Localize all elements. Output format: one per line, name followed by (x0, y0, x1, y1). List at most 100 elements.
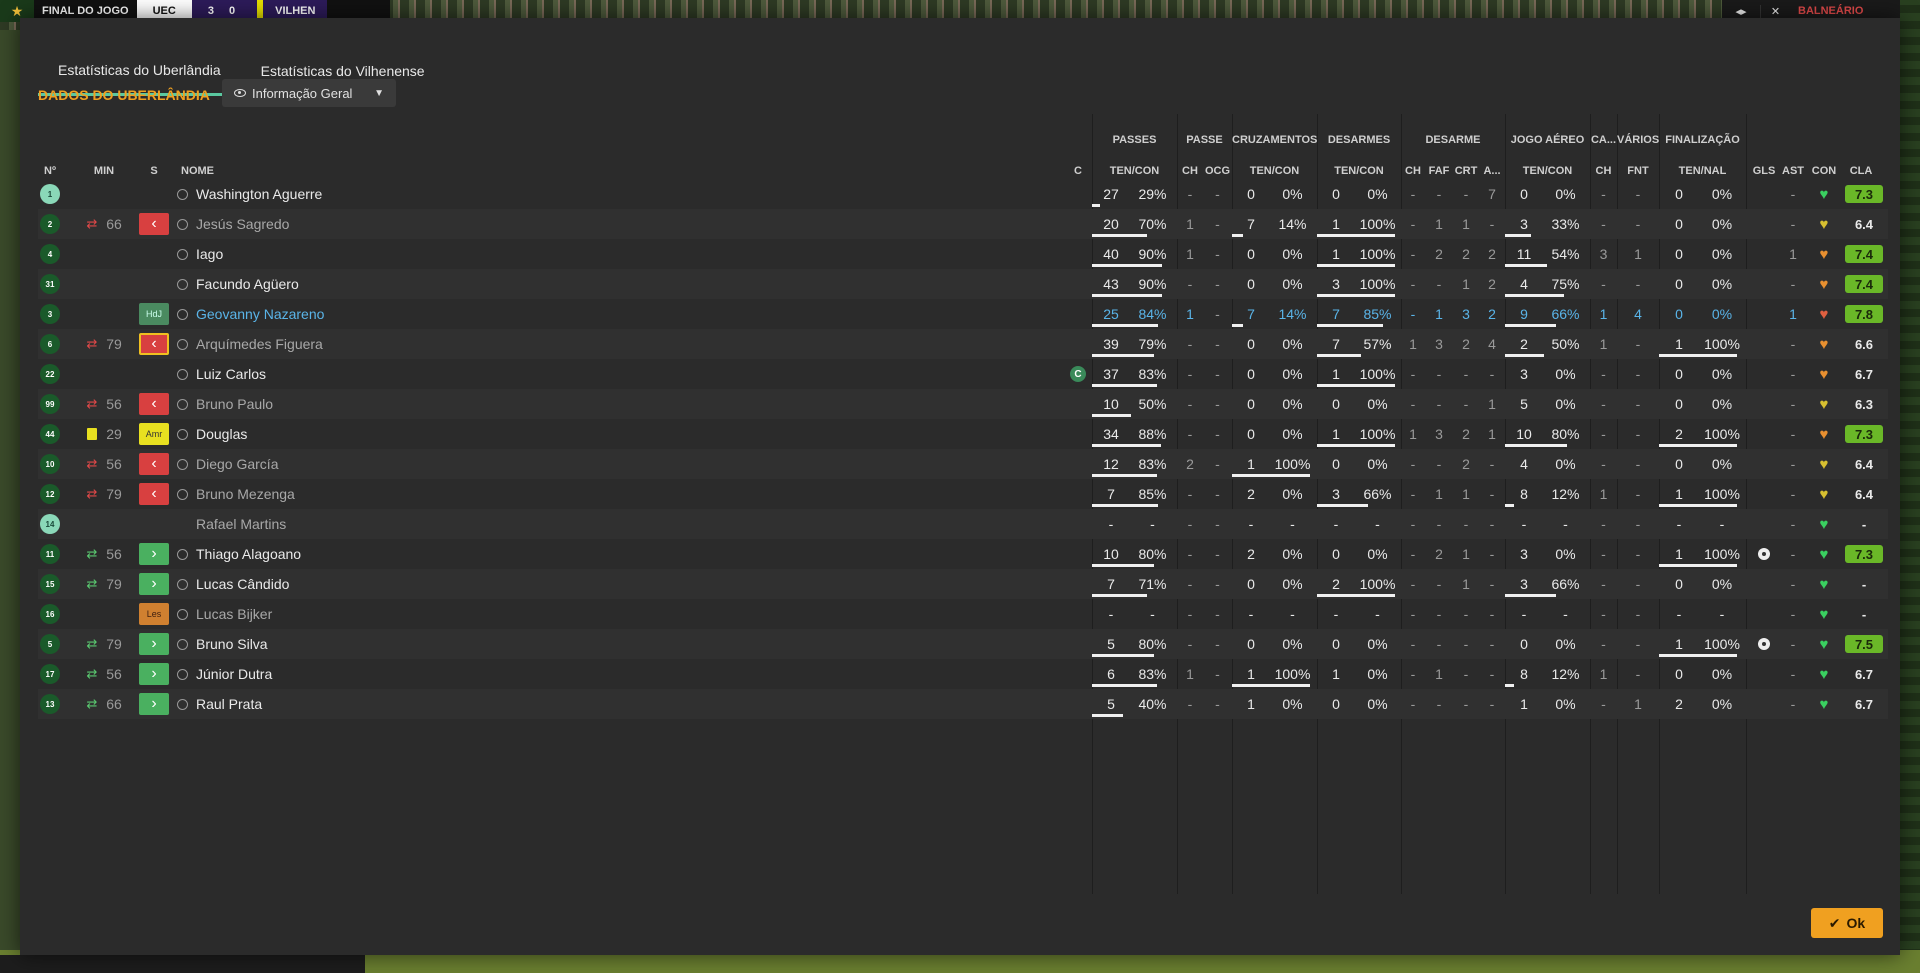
player-name[interactable]: Thiago Alagoano (196, 539, 896, 569)
column-header-des_tc[interactable]: TEN/CON (1317, 165, 1401, 177)
clearances: - (1463, 186, 1469, 202)
assists: - (1790, 426, 1796, 442)
chances-created: - (1215, 546, 1220, 562)
table-row[interactable]: 6 ⇄ 79 ‹ Arquímedes Figuera 39 79% - -0 0% 7 57% 1 3 2… (38, 329, 1888, 359)
interceptions: - (1410, 456, 1416, 472)
player-name[interactable]: Júnior Dutra (196, 659, 896, 689)
player-name[interactable]: Geovanny Nazareno (196, 299, 896, 329)
column-header-d_a[interactable]: A... (1479, 165, 1505, 177)
column-header-ca_ch[interactable]: CH (1590, 165, 1617, 177)
column-header-cruz_tc[interactable]: TEN/CON (1232, 165, 1317, 177)
table-row[interactable]: 4 Iago 40 90% 1-0 0% 1 100% -2 2 2 11 54% 3 1 0 0% 1 ♥ 7.4 (38, 239, 1888, 269)
ok-button[interactable]: ✔ Ok (1811, 908, 1883, 938)
captain-badge (1068, 629, 1088, 659)
fnt: 1 (1634, 696, 1642, 712)
column-header-aer_tc[interactable]: TEN/CON (1505, 165, 1590, 177)
column-header-d_crt[interactable]: CRT (1453, 165, 1479, 177)
fnt: - (1635, 336, 1641, 352)
table-row[interactable]: 17 ⇄ 56 › Júnior Dutra 6 83% 1-1 100% 1 0% -1- -8 12%… (38, 659, 1888, 689)
headers-bar (1505, 684, 1514, 687)
chances-created: - (1215, 396, 1220, 412)
minutes-played (102, 509, 126, 539)
fnt: - (1635, 396, 1641, 412)
close-icon[interactable]: ✕ (1760, 4, 1790, 18)
table-row[interactable]: 44 29 Amr Douglas 34 88% - -0 0% 1 100% 1 3 2 1 10 80% - -… (38, 419, 1888, 449)
table-row[interactable]: 14 Rafael Martins - - - - - - - - - - - - - - - - - - - ♥ - (38, 509, 1888, 539)
table-row[interactable]: 11 ⇄ 56 › Thiago Alagoano 10 80% - -2 0% 0 0% -2 1-3 0… (38, 539, 1888, 569)
rating: 7.3 (1841, 179, 1887, 209)
key-passes: 1 (1186, 306, 1194, 322)
player-name[interactable]: Facundo Agüero (196, 269, 896, 299)
column-header-cla[interactable]: CLA (1841, 165, 1881, 177)
captain-badge (1068, 599, 1088, 629)
player-name[interactable]: Lucas Cândido (196, 569, 896, 599)
fnt: - (1635, 486, 1641, 502)
column-header-fin_tn[interactable]: TEN/NAL (1659, 165, 1746, 177)
captain-badge (1068, 269, 1088, 299)
tackles-bar (1317, 294, 1395, 297)
person-icon (175, 239, 189, 269)
column-header-passe_ch[interactable]: CH (1177, 165, 1203, 177)
player-name[interactable]: Bruno Silva (196, 629, 896, 659)
person-icon (175, 269, 189, 299)
column-header-num[interactable]: Nº (38, 165, 62, 177)
player-name[interactable]: Jesús Sagredo (196, 209, 896, 239)
column-header-gls[interactable]: GLS (1749, 165, 1779, 177)
table-row[interactable]: 10 ⇄ 56 ‹ Diego García 12 83% 2-1 100% 0 0% - -2-4 0%… (38, 449, 1888, 479)
table-row[interactable]: 15 ⇄ 79 › Lucas Cândido 7 71% - -0 0% 2 100% - -1-3 66… (38, 569, 1888, 599)
column-header-nome[interactable]: NOME (181, 165, 221, 177)
table-row[interactable]: 2 ⇄ 66 ‹ Jesús Sagredo 20 70% 1-7 14% 1 100% -1 1-3 3… (38, 209, 1888, 239)
column-header-ast[interactable]: AST (1779, 165, 1807, 177)
player-name[interactable]: Luiz Carlos (196, 359, 896, 389)
player-name[interactable]: Raul Prata (196, 689, 896, 719)
table-row[interactable]: 12 ⇄ 79 ‹ Bruno Mezenga 7 85% - -2 0% 3 66% -1 1-8 12%… (38, 479, 1888, 509)
rating-value: - (1861, 516, 1867, 532)
person-icon (175, 299, 189, 329)
shots-bar (1659, 654, 1737, 657)
table-row[interactable]: 16 Les Lucas Bijker - - - - - - - - - - - - - - - - - - - ♥ - (38, 599, 1888, 629)
table-row[interactable]: 3 HdJ Geovanny Nazareno 25 84% 1-7 14% 7 85% -1 3 2… (38, 299, 1888, 329)
pause-icon[interactable]: ◂▸ (1722, 5, 1760, 18)
column-header-passe_ocg[interactable]: OCG (1203, 165, 1232, 177)
goals (1749, 629, 1779, 659)
column-header-v_fnt[interactable]: FNT (1617, 165, 1659, 177)
player-name[interactable]: Bruno Paulo (196, 389, 896, 419)
column-header-d_faf[interactable]: FAF (1425, 165, 1453, 177)
table-row[interactable]: 22 Luiz Carlos C 37 83% - -0 0% 1 100% - - - -3 0% - -0 0… (38, 359, 1888, 389)
crosses-attempted: 0 (1247, 636, 1255, 652)
table-row[interactable]: 5 ⇄ 79 › Bruno Silva 5 80% - -0 0% 0 0% - - - -0 0% - -1 10… (38, 629, 1888, 659)
passes-bar (1092, 294, 1162, 297)
chances-created: - (1215, 486, 1220, 502)
crosses-pct: 14% (1278, 216, 1307, 232)
shirt-icon: 5 (40, 634, 60, 654)
column-header-s[interactable]: S (146, 165, 162, 177)
condition-heart-icon: ♥ (1819, 335, 1829, 353)
column-header-passes_tc[interactable]: TEN/CON (1092, 165, 1177, 177)
player-name[interactable]: Arquímedes Figuera (196, 329, 896, 359)
player-name[interactable]: Diego García (196, 449, 896, 479)
substitution-icon (82, 179, 102, 209)
column-header-min[interactable]: MIN (88, 165, 120, 177)
player-name[interactable]: Lucas Bijker (196, 599, 896, 629)
player-name[interactable]: Rafael Martins (196, 509, 896, 539)
player-name[interactable]: Bruno Mezenga (196, 479, 896, 509)
view-dropdown[interactable]: Informação Geral ▼ (222, 79, 396, 107)
table-row[interactable]: 13 ⇄ 66 › Raul Prata 5 40% - -1 0% 0 0% - - - -1 0% -1 2 0%… (38, 689, 1888, 719)
table-row[interactable]: 99 ⇄ 56 ‹ Bruno Paulo 10 50% - -0 0% 0 0% - - -1 5 0% - -0… (38, 389, 1888, 419)
table-row[interactable]: 1 Washington Aguerre 27 29% - -0 0% 0 0% - - -7 0 0% -… (38, 179, 1888, 209)
column-header-d_ch[interactable]: CH (1401, 165, 1425, 177)
player-name[interactable]: Douglas (196, 419, 896, 449)
substitution-icon: ⇄ (86, 696, 98, 711)
fnt: - (1635, 576, 1641, 592)
player-name[interactable]: Iago (196, 239, 896, 269)
column-header-c[interactable]: C (1068, 165, 1088, 177)
dressing-room-button[interactable]: BALNEÁRIO (1790, 5, 1900, 17)
shirt-number: 1 (38, 179, 62, 209)
column-header-con[interactable]: CON (1807, 165, 1841, 177)
status-badge: Amr (139, 419, 169, 449)
crosses-pct: 0% (1282, 246, 1303, 262)
headers-pct: 0% (1555, 366, 1576, 382)
table-row[interactable]: 31 Facundo Agüero 43 90% - -0 0% 3 100% - -1 2 4 75% -… (38, 269, 1888, 299)
player-name[interactable]: Washington Aguerre (196, 179, 896, 209)
passes-bar (1092, 654, 1154, 657)
